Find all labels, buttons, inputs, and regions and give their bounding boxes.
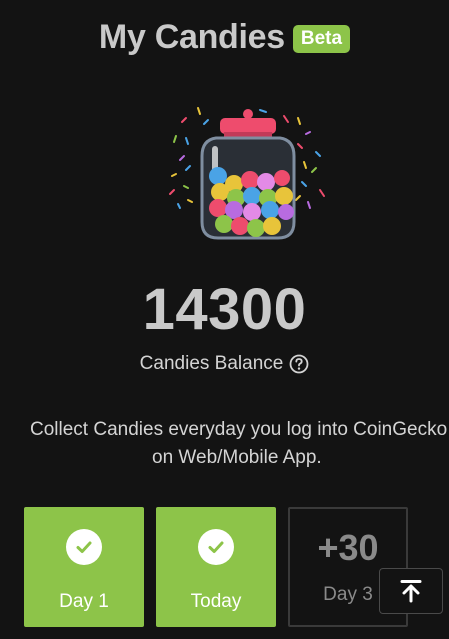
check-icon — [66, 529, 102, 565]
page-header: My Candies Beta — [0, 18, 449, 57]
question-circle-icon[interactable] — [289, 354, 309, 374]
day-card-points: +30 — [317, 527, 379, 568]
candy-jar-icon — [169, 107, 325, 240]
description-line-1: Collect Candies everyday you log into Co… — [30, 419, 448, 440]
candies-balance-label: Candies Balance — [139, 353, 284, 374]
beta-badge: Beta — [292, 24, 351, 53]
day-card-label: Day 1 — [59, 591, 109, 612]
day-card-day-1: Day 1 — [24, 507, 144, 627]
check-icon — [198, 529, 234, 565]
day-card-today: Today — [156, 507, 276, 627]
description-line-2: on Web/Mobile App. — [152, 447, 322, 468]
page-title: My Candies — [98, 18, 285, 56]
day-card-label: Today — [190, 591, 242, 612]
collect-description: Collect Candies everyday you log into Co… — [30, 416, 449, 472]
day-card-label: Day 3 — [323, 584, 373, 605]
candies-balance-label-row: Candies Balance — [0, 353, 449, 375]
arrow-up-to-line-icon — [400, 580, 422, 603]
candies-balance-value: 14300 — [142, 277, 307, 342]
scroll-to-top-button[interactable] — [379, 568, 443, 614]
